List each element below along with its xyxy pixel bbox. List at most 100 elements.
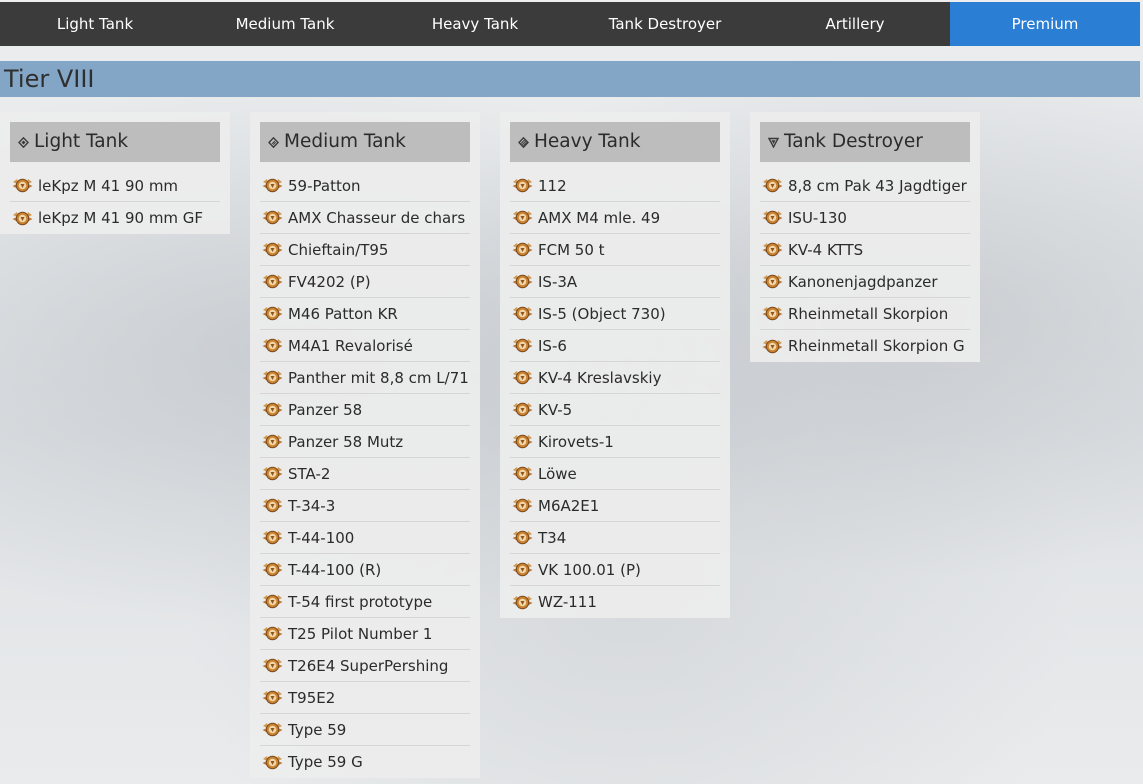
vehicle-name: Löwe <box>538 464 577 483</box>
vehicle-row[interactable]: Rheinmetall Skorpion <box>760 298 970 330</box>
vehicle-row[interactable]: WZ-111 <box>510 586 720 618</box>
column-heavy-tank: Heavy Tank 112 AMX M4 mle. 49 FCM 50 t IS-3… <box>500 112 730 618</box>
mastery-medal-icon <box>12 211 33 225</box>
column-header-light-tank: Light Tank <box>10 122 220 162</box>
mastery-medal-icon <box>512 242 533 257</box>
vehicle-row[interactable]: 59-Patton <box>260 170 470 202</box>
vehicle-name: AMX Chasseur de chars <box>288 208 466 227</box>
vehicle-row[interactable]: T25 Pilot Number 1 <box>260 618 470 650</box>
mastery-medal-icon <box>262 690 283 705</box>
vehicle-row[interactable]: leKpz M 41 90 mm <box>10 170 220 202</box>
vehicle-row[interactable]: KV-4 Kreslavskiy <box>510 362 720 394</box>
mastery-medal-icon <box>12 178 33 193</box>
mastery-medal-icon <box>262 530 283 545</box>
vehicle-row[interactable]: IS-5 (Object 730) <box>510 298 720 330</box>
vehicle-name: 59-Patton <box>288 176 361 195</box>
vehicle-row[interactable]: Rheinmetall Skorpion G <box>760 330 970 362</box>
vehicle-name: Chieftain/T95 <box>288 240 389 259</box>
vehicle-row[interactable]: T34 <box>510 522 720 554</box>
vehicle-row[interactable]: STA-2 <box>260 458 470 490</box>
vehicle-row[interactable]: 112 <box>510 170 720 202</box>
vehicle-name: T34 <box>538 528 567 547</box>
vehicle-name: T26E4 SuperPershing <box>288 656 449 675</box>
column-medium-tank: Medium Tank 59-Patton AMX Chasseur de cha… <box>250 112 480 778</box>
mastery-medal-icon <box>262 306 283 321</box>
vehicle-row[interactable]: Type 59 G <box>260 746 470 778</box>
vehicle-row[interactable]: Panther mit 8,8 cm L/71 <box>260 362 470 394</box>
mastery-medal-icon <box>762 339 783 353</box>
vehicle-name: M4A1 Revalorisé <box>288 336 413 355</box>
vehicle-row[interactable]: Kirovets-1 <box>510 426 720 458</box>
vehicle-row[interactable]: Löwe <box>510 458 720 490</box>
vehicle-name: 112 <box>538 176 567 195</box>
vehicle-row[interactable]: VK 100.01 (P) <box>510 554 720 586</box>
vehicle-row[interactable]: Kanonenjagdpanzer <box>760 266 970 298</box>
vehicle-row[interactable]: M4A1 Revalorisé <box>260 330 470 362</box>
vehicle-row[interactable]: AMX Chasseur de chars <box>260 202 470 234</box>
mastery-medal-icon <box>262 338 283 353</box>
tab-tank-destroyer[interactable]: Tank Destroyer <box>570 2 760 46</box>
vehicle-name: T25 Pilot Number 1 <box>288 624 433 643</box>
vehicle-row[interactable]: T-34-3 <box>260 490 470 522</box>
column-header-tank-destroyer: Tank Destroyer <box>760 122 970 162</box>
vehicle-row[interactable]: M46 Patton KR <box>260 298 470 330</box>
vehicle-row[interactable]: T26E4 SuperPershing <box>260 650 470 682</box>
vehicle-row[interactable]: FV4202 (P) <box>260 266 470 298</box>
tank-destroyer-class-icon <box>768 137 779 148</box>
vehicle-row[interactable]: KV-5 <box>510 394 720 426</box>
vehicle-row[interactable]: M6A2E1 <box>510 490 720 522</box>
vehicle-row[interactable]: Panzer 58 <box>260 394 470 426</box>
medium-tank-class-icon <box>268 136 279 148</box>
vehicle-name: T-54 first prototype <box>288 592 433 611</box>
vehicle-row[interactable]: 8,8 cm Pak 43 Jagdtiger <box>760 170 970 202</box>
vehicle-row[interactable]: Chieftain/T95 <box>260 234 470 266</box>
vehicle-row[interactable]: T-44-100 (R) <box>260 554 470 586</box>
mastery-medal-icon <box>512 562 533 577</box>
mastery-medal-icon <box>262 402 283 417</box>
tab-light-tank[interactable]: Light Tank <box>0 2 190 46</box>
column-light-tank: Light Tank leKpz M 41 90 mm leKpz M 41 90… <box>0 112 230 234</box>
mastery-medal-icon <box>512 306 533 321</box>
vehicle-name: IS-3A <box>538 272 578 291</box>
vehicle-class-tabs: Light Tank Medium Tank Heavy Tank Tank D… <box>0 2 1140 46</box>
vehicle-name: KV-4 KTTS <box>788 240 864 259</box>
tab-heavy-tank[interactable]: Heavy Tank <box>380 2 570 46</box>
heavy-tank-class-icon <box>518 136 529 148</box>
vehicle-row[interactable]: FCM 50 t <box>510 234 720 266</box>
tab-premium[interactable]: Premium <box>950 2 1140 46</box>
mastery-medal-icon <box>262 274 283 289</box>
tab-medium-tank[interactable]: Medium Tank <box>190 2 380 46</box>
vehicle-row[interactable]: Panzer 58 Mutz <box>260 426 470 458</box>
vehicle-row[interactable]: ISU-130 <box>760 202 970 234</box>
mastery-medal-icon <box>512 595 533 609</box>
mastery-medal-icon <box>262 755 283 769</box>
vehicle-row[interactable]: T95E2 <box>260 682 470 714</box>
mastery-medal-icon <box>512 178 533 193</box>
mastery-medal-icon <box>512 434 533 449</box>
vehicle-row[interactable]: T-54 first prototype <box>260 586 470 618</box>
vehicle-name: ISU-130 <box>788 208 847 227</box>
mastery-medal-icon <box>512 274 533 289</box>
vehicle-name: KV-5 <box>538 400 573 419</box>
vehicle-name: M46 Patton KR <box>288 304 398 323</box>
mastery-medal-icon <box>262 722 283 737</box>
mastery-medal-icon <box>262 562 283 577</box>
mastery-medal-icon <box>512 498 533 513</box>
vehicle-row[interactable]: IS-6 <box>510 330 720 362</box>
vehicle-row[interactable]: KV-4 KTTS <box>760 234 970 266</box>
vehicle-row[interactable]: IS-3A <box>510 266 720 298</box>
vehicle-row[interactable]: AMX M4 mle. 49 <box>510 202 720 234</box>
tab-artillery[interactable]: Artillery <box>760 2 950 46</box>
mastery-medal-icon <box>262 658 283 673</box>
vehicle-name: Kanonenjagdpanzer <box>788 272 938 291</box>
vehicle-list: 112 AMX M4 mle. 49 FCM 50 t IS-3A IS-5 (Obje… <box>510 170 720 618</box>
vehicle-name: STA-2 <box>288 464 331 483</box>
vehicle-name: VK 100.01 (P) <box>538 560 641 579</box>
vehicle-name: M6A2E1 <box>538 496 600 515</box>
vehicle-name: FV4202 (P) <box>288 272 371 291</box>
vehicle-row[interactable]: leKpz M 41 90 mm GF <box>10 202 220 234</box>
mastery-medal-icon <box>762 242 783 257</box>
vehicle-row[interactable]: Type 59 <box>260 714 470 746</box>
vehicle-name: leKpz M 41 90 mm <box>38 176 179 195</box>
vehicle-row[interactable]: T-44-100 <box>260 522 470 554</box>
